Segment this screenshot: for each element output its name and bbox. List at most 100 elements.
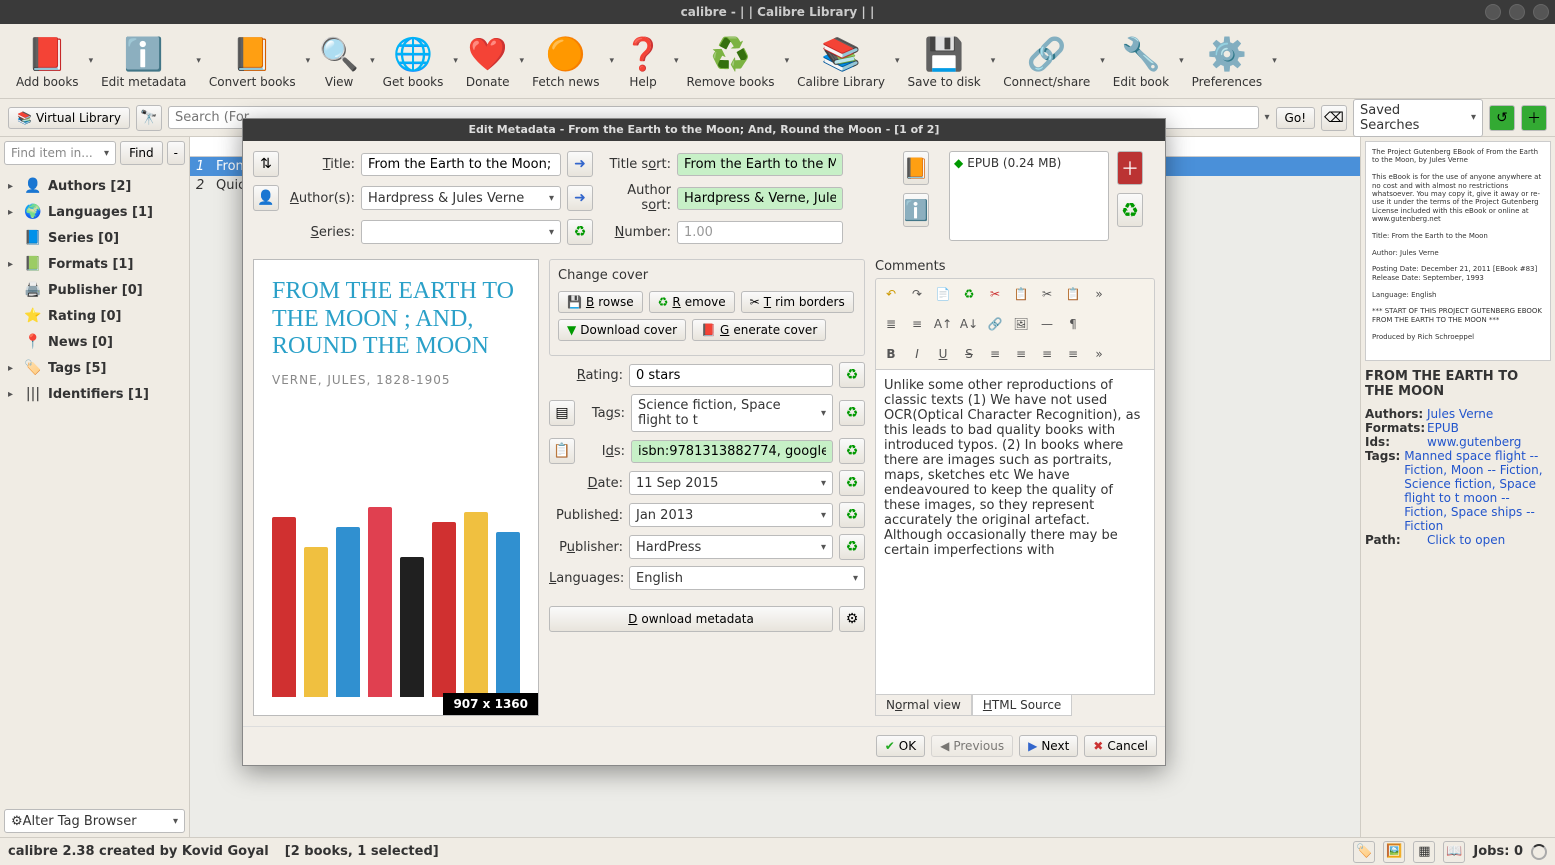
ids-paste-icon[interactable]: 📋 (549, 438, 575, 464)
align-justify-icon[interactable]: ≡ (1062, 343, 1084, 365)
cut-icon[interactable]: ✂ (984, 283, 1006, 305)
date-clear-icon[interactable]: ♻ (839, 470, 865, 496)
swap-title-author-icon[interactable]: ⇅ (253, 151, 279, 177)
toolbar-preferences[interactable]: ⚙️Preferences (1184, 31, 1271, 91)
close-button[interactable] (1533, 4, 1549, 20)
browse-cover-button[interactable]: 💾 Browse (558, 291, 643, 313)
normal-view-tab[interactable]: Normal view (875, 695, 972, 716)
toolbar-edit-book[interactable]: 🔧Edit book (1105, 31, 1177, 91)
scissors-icon[interactable]: ✂ (1036, 283, 1058, 305)
toolbar-connect-share[interactable]: 🔗Connect/share (995, 31, 1098, 91)
block-icon[interactable]: ¶ (1062, 313, 1084, 335)
find-options-button[interactable]: - (167, 141, 185, 165)
trim-borders-button[interactable]: ✂ Trim borders (741, 291, 854, 313)
align-center-icon[interactable]: ≡ (1010, 343, 1032, 365)
redo-icon[interactable]: ↷ (906, 283, 928, 305)
formats-list[interactable]: ◆EPUB (0.24 MB) (949, 151, 1109, 241)
list-ol-icon[interactable]: ≡ (906, 313, 928, 335)
jobs-spinner-icon[interactable] (1531, 844, 1547, 860)
tree-identifiers[interactable]: ▸|||Identifiers [1] (2, 381, 187, 407)
manage-authors-icon[interactable]: 👤 (253, 185, 279, 211)
tree-authors[interactable]: ▸👤Authors [2] (2, 173, 187, 199)
authors-input[interactable]: Hardpress & Jules Verne (361, 186, 561, 210)
binoculars-icon[interactable]: 🔭 (136, 105, 162, 131)
hr-icon[interactable]: — (1036, 313, 1058, 335)
toolbar-get-books[interactable]: 🌐Get books (375, 31, 452, 91)
tree-series[interactable]: 📘Series [0] (2, 225, 187, 251)
tree-rating[interactable]: ⭐Rating [0] (2, 303, 187, 329)
italic-icon[interactable]: I (906, 343, 928, 365)
alter-tag-browser-dropdown[interactable]: ⚙ Alter Tag Browser (4, 809, 185, 833)
more-icon[interactable]: » (1088, 283, 1110, 305)
align-left-icon[interactable]: ≡ (984, 343, 1006, 365)
insert-image-icon[interactable]: 🖼 (1010, 313, 1032, 335)
layout-grid-icon[interactable]: ▦ (1413, 841, 1435, 863)
published-input[interactable]: Jan 2013 (629, 503, 833, 527)
minimize-button[interactable] (1485, 4, 1501, 20)
add-saved-search-icon[interactable]: ＋ (1521, 105, 1547, 131)
find-button[interactable]: Find (120, 141, 163, 165)
remove-cover-button[interactable]: ♻ Remove (649, 291, 735, 313)
tree-tags[interactable]: ▸🏷️Tags [5] (2, 355, 187, 381)
publisher-clear-icon[interactable]: ♻ (839, 534, 865, 560)
layout-detail-icon[interactable]: 📖 (1443, 841, 1465, 863)
published-clear-icon[interactable]: ♻ (839, 502, 865, 528)
virtual-library-button[interactable]: 📚 Virtual Library (8, 107, 130, 129)
cancel-button[interactable]: ✖ Cancel (1084, 735, 1157, 757)
paste-icon[interactable]: 📋 (1010, 283, 1032, 305)
recycle-icon[interactable]: ♻ (958, 283, 980, 305)
tags-clear-icon[interactable]: ♻ (839, 400, 865, 426)
info-icon[interactable]: ℹ️ (903, 193, 929, 227)
save-search-icon[interactable]: ↺ (1489, 105, 1515, 131)
title-sort-input[interactable] (677, 153, 843, 176)
tree-formats[interactable]: ▸📗Formats [1] (2, 251, 187, 277)
title-auto-icon[interactable]: ➜ (567, 151, 593, 177)
jobs-label[interactable]: Jobs: 0 (1473, 844, 1523, 859)
strike-icon[interactable]: S (958, 343, 980, 365)
add-format-icon[interactable]: ＋ (1117, 151, 1143, 185)
underline-icon[interactable]: U (932, 343, 954, 365)
tags-input[interactable]: Science fiction, Space flight to t (631, 394, 833, 432)
tags-manage-icon[interactable]: ▤ (549, 400, 575, 426)
more-2-icon[interactable]: » (1088, 343, 1110, 365)
toolbar-preferences-dropdown[interactable]: ▾ (1272, 56, 1277, 66)
download-metadata-button[interactable]: Download metadata (549, 606, 833, 632)
font-size-up-icon[interactable]: A↑ (932, 313, 954, 335)
previous-button[interactable]: ◀ Previous (931, 735, 1013, 757)
insert-link-icon[interactable]: 🔗 (984, 313, 1006, 335)
date-input[interactable]: 11 Sep 2015 (629, 471, 833, 495)
author-sort-input[interactable] (677, 187, 843, 210)
toolbar-convert-books[interactable]: 📙Convert books (201, 31, 304, 91)
author-auto-icon[interactable]: ➜ (567, 185, 593, 211)
download-cover-button[interactable]: ▼ Download cover (558, 319, 686, 341)
bold-icon[interactable]: B (880, 343, 902, 365)
layout-cover-icon[interactable]: 🖼️ (1383, 841, 1405, 863)
publisher-input[interactable]: HardPress (629, 535, 833, 559)
languages-input[interactable]: English (629, 566, 865, 590)
saved-searches-dropdown[interactable]: Saved Searches (1353, 99, 1483, 137)
series-input[interactable] (361, 220, 561, 244)
toolbar-edit-metadata[interactable]: ℹ️Edit metadata (93, 31, 194, 91)
remove-format-icon[interactable]: ♻ (1117, 193, 1143, 227)
clear-search-icon[interactable]: ⌫ (1321, 105, 1347, 131)
maximize-button[interactable] (1509, 4, 1525, 20)
ok-button[interactable]: ✔ OK (876, 735, 925, 757)
toolbar-help[interactable]: ❓Help (614, 31, 672, 91)
tree-languages[interactable]: ▸🌍Languages [1] (2, 199, 187, 225)
series-clear-icon[interactable]: ♻ (567, 219, 593, 245)
toolbar-add-books[interactable]: 📕Add books (8, 31, 87, 91)
download-metadata-config-icon[interactable]: ⚙ (839, 606, 865, 632)
toolbar-view[interactable]: 🔍View (310, 31, 368, 91)
rating-clear-icon[interactable]: ♻ (839, 362, 865, 388)
toolbar-save-to-disk[interactable]: 💾Save to disk (899, 31, 988, 91)
ids-clear-icon[interactable]: ♻ (839, 438, 865, 464)
list-ul-icon[interactable]: ≣ (880, 313, 902, 335)
next-button[interactable]: ▶ Next (1019, 735, 1078, 757)
toolbar-fetch-news[interactable]: 🟠Fetch news (524, 31, 607, 91)
font-size-down-icon[interactable]: A↓ (958, 313, 980, 335)
tree-publisher[interactable]: 🖨️Publisher [0] (2, 277, 187, 303)
rating-input[interactable] (629, 364, 833, 387)
ids-input[interactable] (631, 440, 833, 463)
number-input[interactable] (677, 221, 843, 244)
align-right-icon[interactable]: ≡ (1036, 343, 1058, 365)
